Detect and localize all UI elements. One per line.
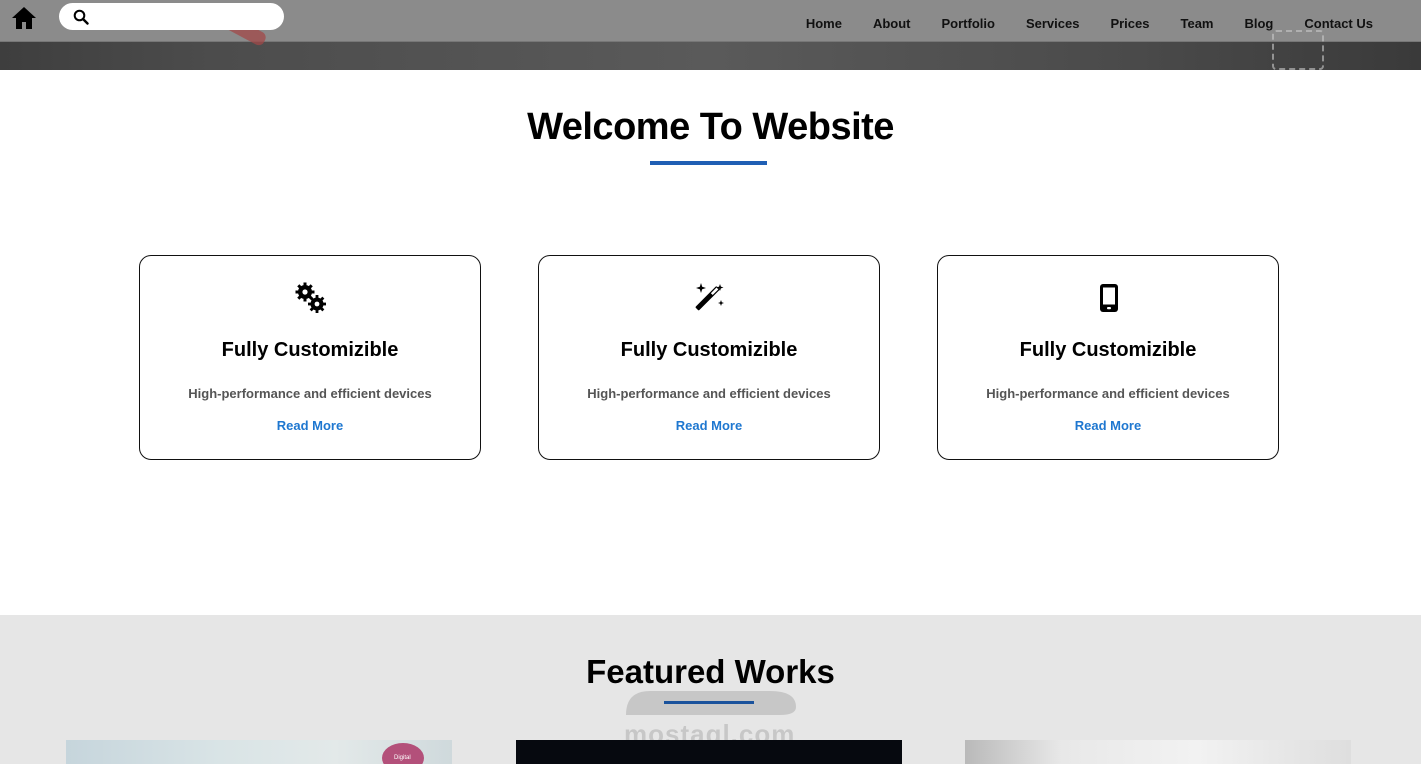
card-title: Fully Customizible (620, 339, 798, 361)
header-hero-strip (0, 42, 1421, 70)
magic-wand-icon (695, 283, 724, 311)
feature-card-1: Fully Customizible High-performance and … (139, 255, 481, 460)
card-description: High-performance and efficient devices (986, 386, 1230, 401)
search-bar[interactable] (59, 3, 284, 30)
read-more-link[interactable]: Read More (539, 418, 879, 433)
read-more-link[interactable]: Read More (140, 418, 480, 433)
card-title: Fully Customizible (1019, 339, 1197, 361)
watermark-logo-icon (626, 691, 796, 715)
card-description: High-performance and efficient devices (188, 386, 432, 401)
nav-portfolio[interactable]: Portfolio (942, 16, 995, 31)
nav-services[interactable]: Services (1026, 16, 1080, 31)
nav-contact-us[interactable]: Contact Us (1304, 16, 1373, 31)
nav-blog[interactable]: Blog (1244, 16, 1273, 31)
site-header: Home About Portfolio Services Prices Tea… (0, 0, 1421, 70)
main-nav: Home About Portfolio Services Prices Tea… (775, 16, 1373, 31)
nav-prices[interactable]: Prices (1110, 16, 1149, 31)
feature-card-2: Fully Customizible High-performance and … (538, 255, 880, 460)
hero-background-decoration-notebook (1272, 30, 1324, 70)
nav-team[interactable]: Team (1180, 16, 1213, 31)
read-more-link[interactable]: Read More (938, 418, 1278, 433)
mostaql-watermark: mostaql.com (620, 675, 802, 750)
featured-works-section: Featured Works mostaql.com Digital (0, 615, 1421, 764)
home-icon[interactable] (11, 5, 37, 31)
featured-work-thumbnail-2[interactable] (516, 740, 902, 764)
search-input[interactable] (97, 9, 277, 24)
nav-about[interactable]: About (873, 16, 911, 31)
card-description: High-performance and efficient devices (587, 386, 831, 401)
featured-work-thumbnail-1[interactable]: Digital (66, 740, 452, 764)
card-title: Fully Customizible (221, 339, 399, 361)
feature-card-3: Fully Customizible High-performance and … (937, 255, 1279, 460)
welcome-title: Welcome To Website (527, 106, 894, 148)
featured-work-thumbnail-3[interactable] (965, 740, 1351, 764)
gears-icon (295, 282, 326, 313)
mobile-phone-icon (1100, 284, 1118, 312)
nav-home[interactable]: Home (806, 16, 842, 31)
search-icon[interactable] (73, 9, 89, 25)
thumbnail-caption: Digital (394, 755, 411, 761)
welcome-title-underline (650, 161, 767, 165)
